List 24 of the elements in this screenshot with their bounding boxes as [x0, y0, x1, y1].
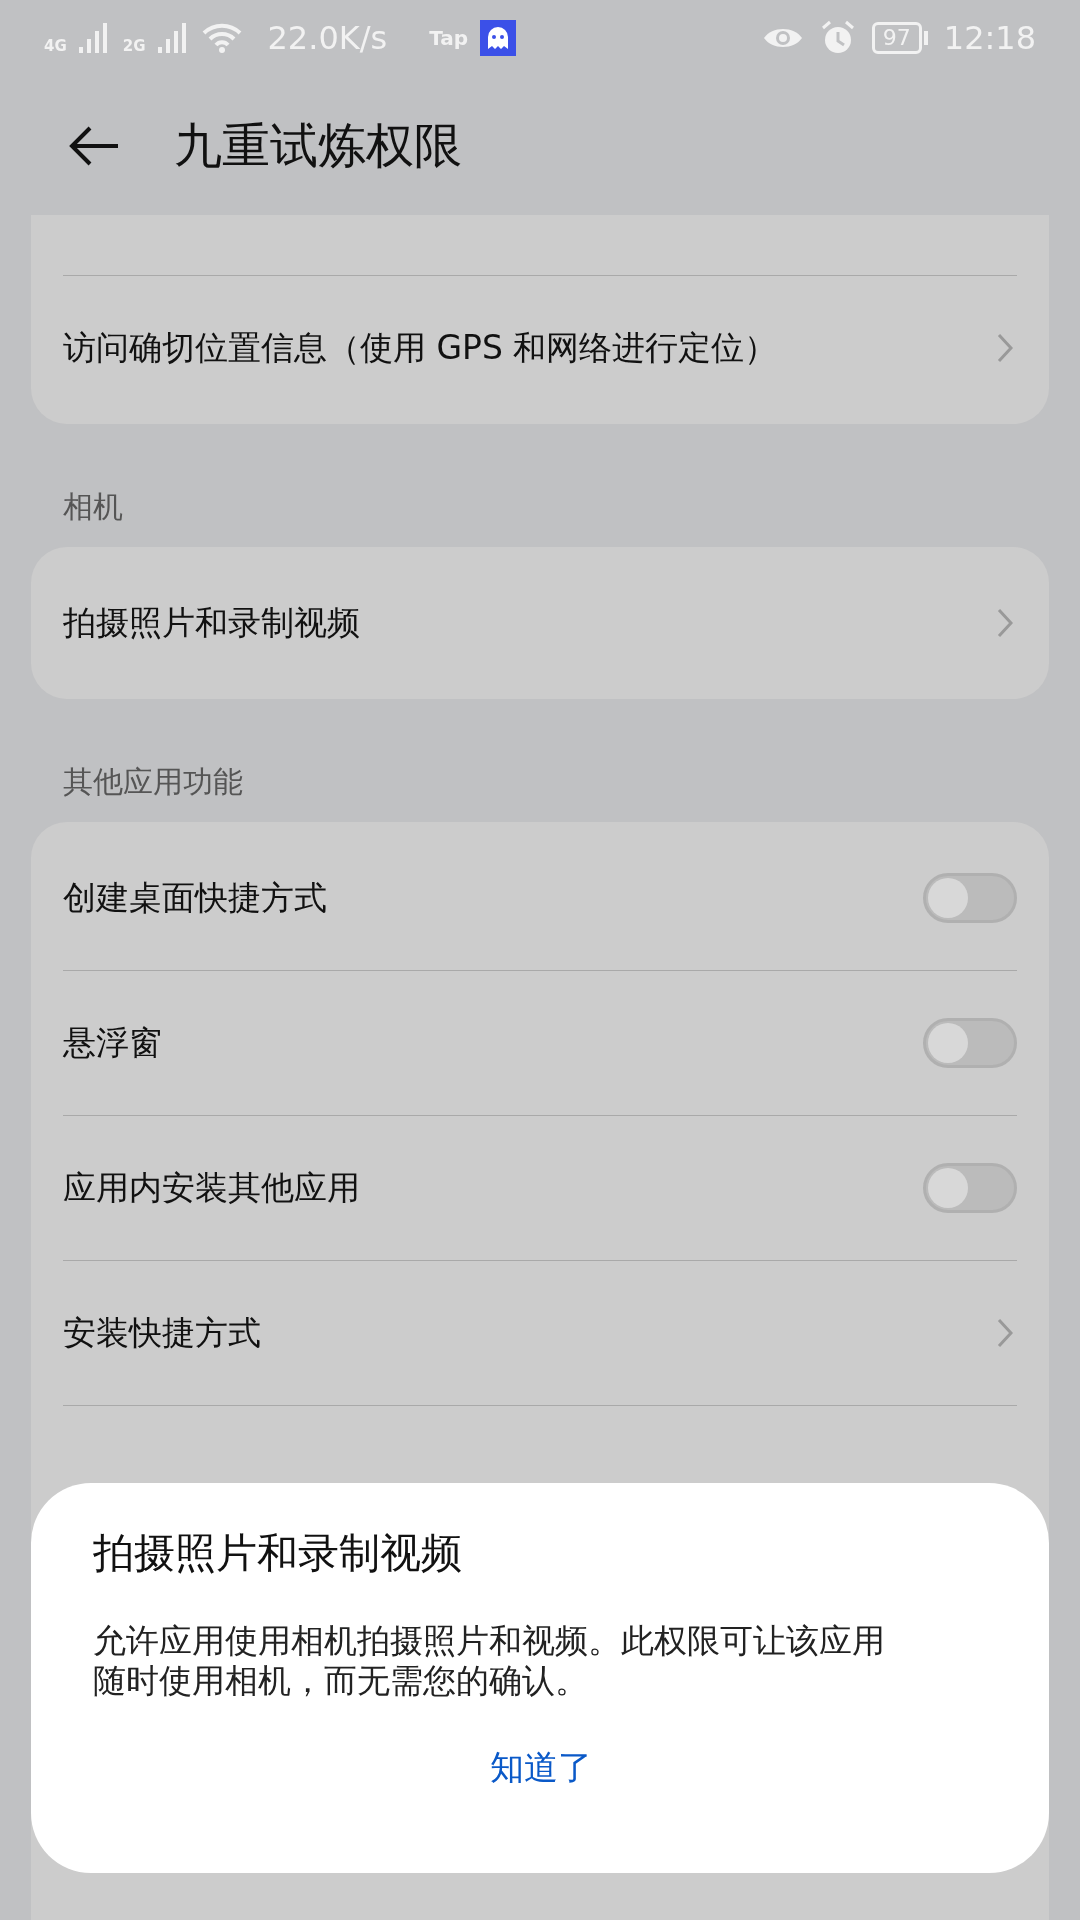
ghost-app-icon: [480, 20, 517, 56]
setting-label: 创建桌面快捷方式: [63, 876, 327, 919]
wifi-icon: [201, 22, 242, 54]
setting-label: 拍摄照片和录制视频: [63, 601, 360, 644]
page-title: 九重试炼权限: [174, 115, 462, 175]
settings-row[interactable]: 安装快捷方式: [63, 1260, 1017, 1405]
got-it-button[interactable]: 知道了: [474, 1737, 608, 1799]
chevron-right-icon: [997, 1318, 1013, 1348]
chevron-right-icon: [997, 608, 1013, 638]
toggle-switch[interactable]: [923, 1163, 1017, 1213]
alarm-clock-icon: [819, 20, 856, 56]
dialog-title: 拍摄照片和录制视频: [93, 1528, 463, 1579]
toggle-switch[interactable]: [923, 873, 1017, 923]
toggle-switch[interactable]: [923, 1018, 1017, 1068]
settings-row[interactable]: 拍摄照片和录制视频: [63, 551, 1017, 695]
setting-label: 应用内安装其他应用: [63, 1166, 360, 1209]
section-label: 其他应用功能: [62, 763, 244, 801]
setting-label: 悬浮窗: [63, 1021, 162, 1064]
settings-row[interactable]: 访问确切位置信息（使用 GPS 和网络进行定位）: [63, 275, 1017, 420]
setting-label: 访问确切位置信息（使用 GPS 和网络进行定位）: [63, 326, 778, 369]
dialog-message: 允许应用使用相机拍摄照片和视频。此权限可让该应用随时使用相机，而无需您的确认。: [93, 1621, 886, 1701]
setting-label: 安装快捷方式: [63, 1311, 261, 1354]
chevron-right-icon: [997, 333, 1013, 363]
section-label: 相机: [62, 488, 124, 526]
